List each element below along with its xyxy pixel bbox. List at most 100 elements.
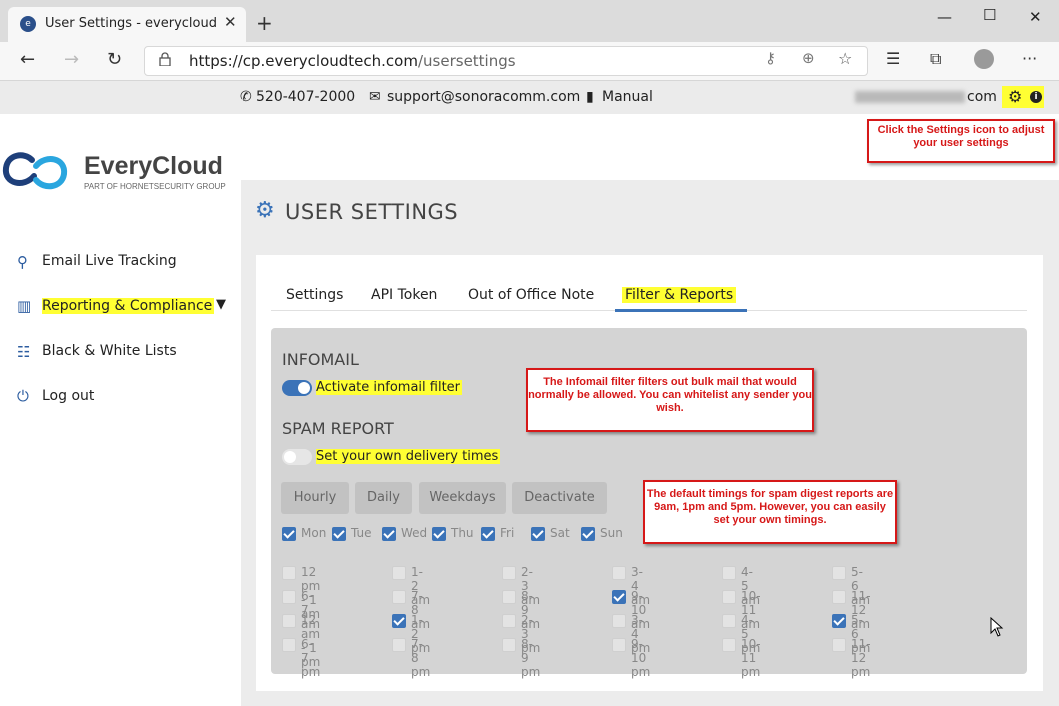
time-checkbox-5[interactable]: [832, 566, 846, 580]
time-checkbox-15[interactable]: [612, 614, 626, 628]
phone-icon: ✆: [240, 89, 252, 105]
time-checkbox-20[interactable]: [502, 638, 516, 652]
settings-gears-icon[interactable]: ⚙: [1008, 87, 1022, 106]
window-close-icon[interactable]: ✕: [1029, 8, 1042, 26]
tab-filter-reports[interactable]: Filter & Reports: [622, 287, 737, 303]
time-checkbox-23[interactable]: [832, 638, 846, 652]
user-email-redacted: [855, 91, 965, 103]
day-checkbox-5[interactable]: [531, 527, 545, 541]
manual-link[interactable]: Manual: [602, 89, 653, 105]
time-checkbox-10[interactable]: [722, 590, 736, 604]
favorite-star-icon[interactable]: ☆: [838, 49, 852, 68]
time-label: 6-7 pm: [301, 637, 321, 679]
preset-weekdays-button[interactable]: Weekdays: [419, 482, 506, 514]
tab-close-icon[interactable]: ✕: [224, 13, 237, 31]
day-checkbox-2[interactable]: [382, 527, 396, 541]
time-checkbox-14[interactable]: [502, 614, 516, 628]
day-label: Wed: [401, 526, 428, 540]
day-label: Mon: [301, 526, 327, 540]
collections-icon[interactable]: ⧉: [930, 49, 941, 69]
envelope-icon: ✉: [369, 89, 381, 105]
url-path: /usersettings: [417, 52, 516, 70]
phone-number: 520-407-2000: [256, 89, 356, 105]
user-email-suffix: com: [967, 89, 997, 105]
day-checkbox-1[interactable]: [332, 527, 346, 541]
timing-annotation: The default timings for spam digest repo…: [643, 480, 897, 544]
book-icon: ▮: [586, 89, 594, 105]
time-checkbox-19[interactable]: [392, 638, 406, 652]
infomail-annotation: The Infomail filter filters out bulk mai…: [526, 368, 814, 432]
back-icon[interactable]: ←: [20, 49, 35, 70]
time-checkbox-7[interactable]: [392, 590, 406, 604]
favorites-list-icon[interactable]: ☰: [886, 49, 900, 68]
sidebar-item-reporting-compliance[interactable]: Reporting & Compliance: [42, 298, 215, 314]
time-checkbox-0[interactable]: [282, 566, 296, 580]
infomail-toggle-label: Activate infomail filter: [316, 380, 463, 395]
sidebar-item-email-live-tracking[interactable]: Email Live Tracking: [42, 253, 177, 269]
maximize-icon[interactable]: ☐: [983, 6, 996, 24]
time-checkbox-6[interactable]: [282, 590, 296, 604]
time-checkbox-1[interactable]: [392, 566, 406, 580]
time-checkbox-9[interactable]: [612, 590, 626, 604]
tab-title: User Settings - everycloud: [45, 16, 217, 31]
info-icon[interactable]: i: [1030, 91, 1042, 103]
infomail-toggle[interactable]: [282, 380, 312, 396]
day-label: Fri: [500, 526, 515, 540]
day-checkbox-0[interactable]: [282, 527, 296, 541]
time-checkbox-16[interactable]: [722, 614, 736, 628]
logo-tagline: PART OF HORNETSECURITY GROUP: [84, 182, 226, 191]
time-checkbox-2[interactable]: [502, 566, 516, 580]
time-checkbox-12[interactable]: [282, 614, 296, 628]
day-checkbox-4[interactable]: [481, 527, 495, 541]
day-label: Sun: [600, 526, 623, 540]
new-tab-icon[interactable]: +: [256, 11, 273, 35]
lock-icon: [159, 52, 171, 66]
refresh-icon[interactable]: ↻: [107, 49, 122, 70]
support-email-link[interactable]: support@sonoracomm.com: [387, 89, 580, 105]
time-checkbox-17[interactable]: [832, 614, 846, 628]
bar-chart-icon: ▥: [17, 297, 32, 315]
logo-name: EveryCloud: [84, 152, 223, 180]
tab-settings[interactable]: Settings: [286, 287, 343, 303]
url-host: https://cp.everycloudtech.com: [189, 52, 418, 70]
preset-daily-button[interactable]: Daily: [355, 482, 412, 514]
time-checkbox-21[interactable]: [612, 638, 626, 652]
key-icon[interactable]: ⚷: [765, 49, 776, 67]
day-checkbox-3[interactable]: [432, 527, 446, 541]
forward-icon[interactable]: →: [64, 49, 79, 70]
sidebar-item-black-white-lists[interactable]: Black & White Lists: [42, 343, 177, 359]
sidebar-item-log-out[interactable]: Log out: [42, 388, 94, 404]
time-checkbox-22[interactable]: [722, 638, 736, 652]
delivery-times-toggle-label: Set your own delivery times: [316, 449, 501, 464]
time-checkbox-11[interactable]: [832, 590, 846, 604]
everycloud-favicon-icon: e: [20, 16, 36, 32]
time-checkbox-18[interactable]: [282, 638, 296, 652]
preset-hourly-button[interactable]: Hourly: [281, 482, 349, 514]
profile-avatar-icon[interactable]: [974, 49, 994, 69]
settings-gear-icon: ⚙: [255, 198, 275, 223]
url-text: https://cp.everycloudtech.com/usersettin…: [189, 52, 516, 70]
time-label: 10-11 pm: [741, 637, 761, 679]
tab-api-token[interactable]: API Token: [371, 287, 437, 303]
time-label: 9-10 pm: [631, 637, 651, 679]
time-checkbox-8[interactable]: [502, 590, 516, 604]
minimize-icon[interactable]: —: [937, 8, 952, 26]
time-label: 8-9 pm: [521, 637, 541, 679]
delivery-times-toggle[interactable]: [282, 449, 312, 465]
day-label: Thu: [451, 526, 474, 540]
active-tab-indicator: [615, 309, 747, 312]
preset-deactivate-button[interactable]: Deactivate: [512, 482, 607, 514]
time-checkbox-4[interactable]: [722, 566, 736, 580]
page-title: USER SETTINGS: [285, 200, 459, 224]
spam-report-heading: SPAM REPORT: [282, 419, 394, 438]
caret-down-icon[interactable]: ▼: [216, 297, 226, 312]
time-label: 11-12 pm: [851, 637, 871, 679]
time-checkbox-3[interactable]: [612, 566, 626, 580]
infomail-heading: INFOMAIL: [282, 350, 359, 369]
day-checkbox-6[interactable]: [581, 527, 595, 541]
tab-out-of-office-note[interactable]: Out of Office Note: [468, 287, 594, 303]
more-menu-icon[interactable]: ···: [1022, 49, 1037, 68]
list-icon: ☷: [17, 343, 31, 361]
time-checkbox-13[interactable]: [392, 614, 406, 628]
add-icon[interactable]: ⊕: [802, 49, 815, 67]
